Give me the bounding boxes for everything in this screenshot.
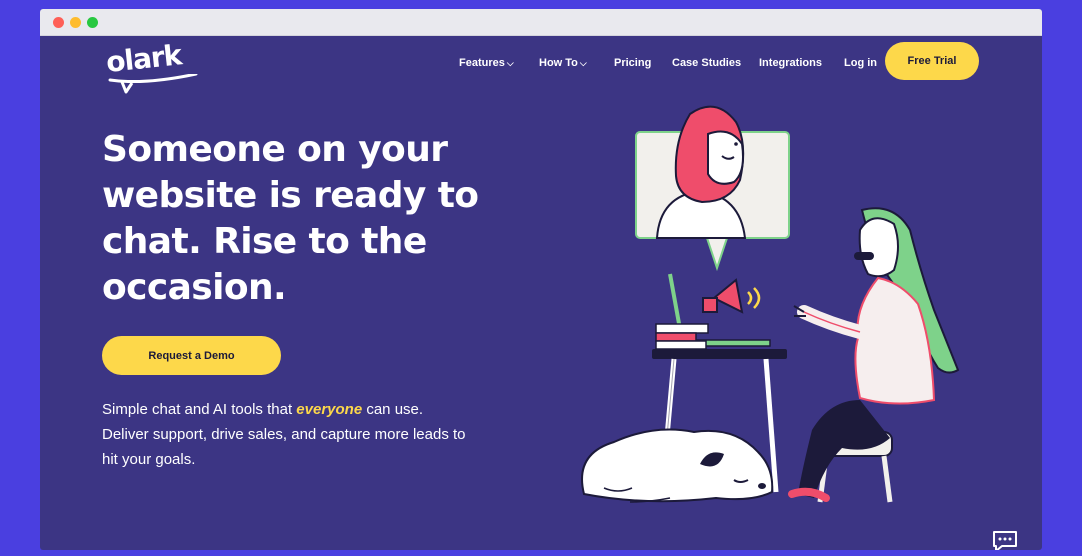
chevron-down-icon: ⌵: [579, 58, 587, 68]
nav-item-label: How To: [539, 57, 578, 69]
main-nav: Features ⌵ How To ⌵ Pricing Case Studies I…: [40, 36, 1042, 96]
nav-item-how-to[interactable]: How To ⌵: [539, 57, 587, 69]
chevron-down-icon: ⌵: [506, 58, 514, 68]
hero-headline: Someone on your website is ready to chat…: [102, 129, 479, 308]
subtext-part-1: Simple chat and AI tools that: [102, 401, 297, 418]
close-window-button[interactable]: [53, 17, 64, 28]
nav-item-label: Case Studies: [672, 57, 742, 69]
browser-titlebar: [40, 9, 1042, 36]
landing-page: olark Features ⌵ How To ⌵ Pricing Case Stu…: [40, 36, 1042, 550]
video-call-bubble: [635, 105, 790, 272]
minimize-window-button[interactable]: [70, 17, 81, 28]
hero-illustration: [581, 105, 960, 503]
request-demo-button[interactable]: Request a Demo: [102, 336, 281, 375]
sleeping-dog: [581, 428, 774, 503]
nav-item-label: Log in: [844, 57, 877, 69]
subtext-emphasis: everyone: [296, 401, 363, 418]
maximize-window-button[interactable]: [87, 17, 98, 28]
browser-window: olark Features ⌵ How To ⌵ Pricing Case Stu…: [40, 9, 1042, 550]
nav-item-label: Integrations: [759, 57, 822, 69]
book-stack: [655, 323, 709, 350]
nav-item-pricing[interactable]: Pricing: [614, 57, 651, 69]
hero-subtext: Simple chat and AI tools that everyone c…: [102, 397, 472, 472]
chat-bubble-icon[interactable]: [992, 530, 1018, 550]
nav-item-integrations[interactable]: Integrations: [759, 57, 822, 69]
nav-item-label: Features: [459, 57, 505, 69]
nav-item-log-in[interactable]: Log in: [844, 57, 877, 69]
nav-item-features[interactable]: Features ⌵: [459, 57, 514, 69]
nav-item-case-studies[interactable]: Case Studies: [672, 57, 741, 69]
free-trial-button[interactable]: Free Trial: [885, 42, 979, 80]
nav-item-label: Pricing: [614, 57, 652, 69]
